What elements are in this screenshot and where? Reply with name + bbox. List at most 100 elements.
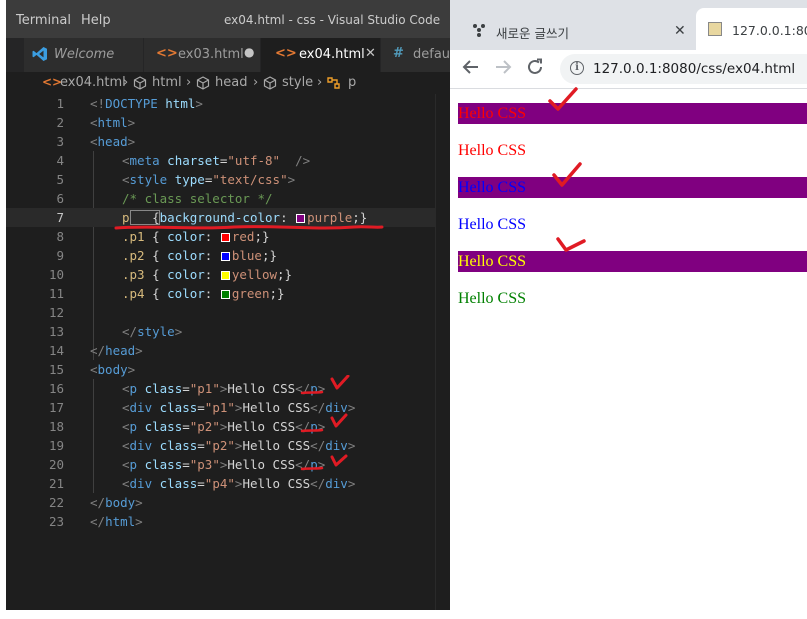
code-line-14[interactable]: 14 </head> (6, 341, 450, 360)
line-number: 19 (48, 438, 64, 453)
code-line-15[interactable]: 15 <body> (6, 360, 450, 379)
tab-ex03[interactable]: <> ex03.html ● (144, 38, 261, 72)
breadcrumb: <> ex04.html › html › head › style › p (6, 72, 450, 94)
line-number: 16 (48, 381, 64, 396)
code-line-11[interactable]: 11 .p4 { color: green;} (6, 284, 450, 303)
hello-p3: Hello CSS (458, 251, 807, 272)
window-title: ex04.html - css - Visual Studio Code (224, 13, 441, 27)
code-line-10[interactable]: 10 .p3 { color: yellow;} (6, 265, 450, 284)
code-line-19[interactable]: 19 <div class="p2">Hello CSS</div> (6, 436, 450, 455)
color-swatch-red[interactable] (220, 233, 230, 242)
code-line-20[interactable]: 20 <p class="p3">Hello CSS</p> (6, 455, 450, 474)
close-icon[interactable]: ✕ (674, 23, 686, 39)
tab-ex04[interactable]: <> ex04.html ✕ (261, 38, 381, 72)
code-line-4[interactable]: 4 <meta charset="utf-8" /> (6, 151, 450, 170)
line-number: 21 (48, 476, 64, 491)
browser-tab-new-post[interactable]: 새로운 글쓰기 ✕ (458, 8, 694, 50)
code-text: </head> (90, 343, 143, 358)
color-swatch-green[interactable] (220, 290, 230, 299)
code-text: <p class="p1">Hello CSS</p> (122, 381, 326, 396)
cube-icon (263, 76, 277, 94)
tab-welcome[interactable]: Welcome (24, 38, 144, 72)
chevron-right-icon: › (317, 75, 323, 90)
code-line-5[interactable]: 5 <style type="text/css"> (6, 170, 450, 189)
code-line-7[interactable]: 7 p {background-color: purple;} (6, 208, 450, 227)
symbol-selector-icon (326, 75, 342, 95)
code-text: .p2 { color: blue;} (122, 248, 278, 263)
editor-tab-bar: Welcome <> ex03.html ● <> ex04.html ✕ # … (6, 38, 450, 72)
line-number: 4 (56, 153, 64, 168)
code-text: <html> (90, 115, 136, 130)
tab-default-css[interactable]: # defaul (381, 38, 450, 72)
color-swatch-yellow[interactable] (220, 271, 230, 280)
line-number: 10 (48, 267, 64, 282)
hello-div-p4: Hello CSS (458, 290, 527, 307)
hello-p1: Hello CSS (458, 103, 807, 124)
code-line-17[interactable]: 17 <div class="p1">Hello CSS</div> (6, 398, 450, 417)
code-text: .p1 { color: red;} (122, 229, 270, 244)
code-line-9[interactable]: 9 .p2 { color: blue;} (6, 246, 450, 265)
tab-label: Welcome (54, 47, 115, 62)
line-number: 14 (48, 343, 64, 358)
code-line-13[interactable]: 13 </style> (6, 322, 450, 341)
browser-tab-ex04[interactable]: 127.0.0.1:8080/css/ex04.html (696, 8, 807, 50)
line-number: 5 (56, 172, 64, 187)
line-number: 1 (56, 96, 64, 111)
code-text: <p class="p2">Hello CSS</p> (122, 419, 326, 434)
menu-terminal[interactable]: Terminal (16, 13, 71, 28)
editor-scrollbar[interactable] (435, 94, 450, 610)
cube-icon (133, 76, 147, 94)
vscode-title-bar: Terminal Help ex04.html - css - Visual S… (6, 0, 450, 38)
unsaved-dot-icon[interactable]: ● (244, 45, 254, 59)
code-line-6[interactable]: 6 /* class selector */ (6, 189, 450, 208)
code-text: <div class="p1">Hello CSS</div> (122, 400, 356, 415)
breadcrumb-item[interactable]: p (348, 75, 356, 90)
close-icon[interactable]: ✕ (365, 46, 376, 61)
css-icon: # (393, 46, 404, 61)
code-editor[interactable]: 1 <!DOCTYPE html> 2 <html> 3 <head> 4 <m… (6, 94, 450, 610)
address-bar[interactable]: i 127.0.0.1:8080/css/ex04.html (560, 54, 807, 84)
color-swatch-blue[interactable] (220, 252, 230, 261)
html-icon: <> (156, 46, 178, 61)
tab-label: ex03.html (178, 47, 244, 62)
breadcrumb-item[interactable]: ex04.html (60, 75, 126, 90)
reload-icon[interactable] (526, 58, 544, 81)
code-text: .p4 { color: green;} (122, 286, 285, 301)
vscode-icon (32, 46, 48, 66)
back-arrow-icon[interactable] (462, 58, 480, 81)
breadcrumb-item[interactable]: style (282, 75, 313, 90)
code-line-18[interactable]: 18 <p class="p2">Hello CSS</p> (6, 417, 450, 436)
cube-icon (196, 76, 210, 94)
hello-p2: Hello CSS (458, 177, 807, 198)
breadcrumb-item[interactable]: html (152, 75, 182, 90)
browser-tab-label: 새로운 글쓰기 (496, 26, 569, 41)
html-icon: <> (275, 46, 297, 61)
info-icon[interactable]: i (570, 61, 584, 75)
color-swatch-purple[interactable] (296, 214, 306, 223)
hello-div-p2: Hello CSS (458, 216, 527, 233)
code-line-16[interactable]: 16 <p class="p1">Hello CSS</p> (6, 379, 450, 398)
code-line-12[interactable]: 12 (6, 303, 450, 322)
code-line-1[interactable]: 1 <!DOCTYPE html> (6, 94, 450, 113)
forward-arrow-icon[interactable] (494, 58, 512, 81)
code-text: <meta charset="utf-8" /> (122, 153, 311, 168)
menu-help[interactable]: Help (81, 13, 111, 28)
code-text: <div class="p2">Hello CSS</div> (122, 438, 356, 453)
line-number: 6 (56, 191, 64, 206)
code-line-2[interactable]: 2 <html> (6, 113, 450, 132)
code-line-3[interactable]: 3 <head> (6, 132, 450, 151)
chevron-right-icon: › (253, 75, 259, 90)
code-comment: /* class selector */ (122, 191, 273, 206)
line-number: 22 (48, 495, 64, 510)
breadcrumb-item[interactable]: head (215, 75, 247, 90)
line-number: 12 (48, 305, 64, 320)
code-text: .p3 { color: yellow;} (122, 267, 293, 282)
code-line-8[interactable]: 8 .p1 { color: red;} (6, 227, 450, 246)
browser-tab-label: 127.0.0.1:8080/css/ex04.html (732, 23, 807, 38)
code-line-23[interactable]: 23 </html> (6, 512, 450, 531)
address-url[interactable]: 127.0.0.1:8080/css/ex04.html (593, 61, 795, 77)
code-line-21[interactable]: 21 <div class="p4">Hello CSS</div> (6, 474, 450, 493)
code-line-22[interactable]: 22 </body> (6, 493, 450, 512)
code-text: <head> (90, 134, 136, 149)
line-number: 9 (56, 248, 64, 263)
